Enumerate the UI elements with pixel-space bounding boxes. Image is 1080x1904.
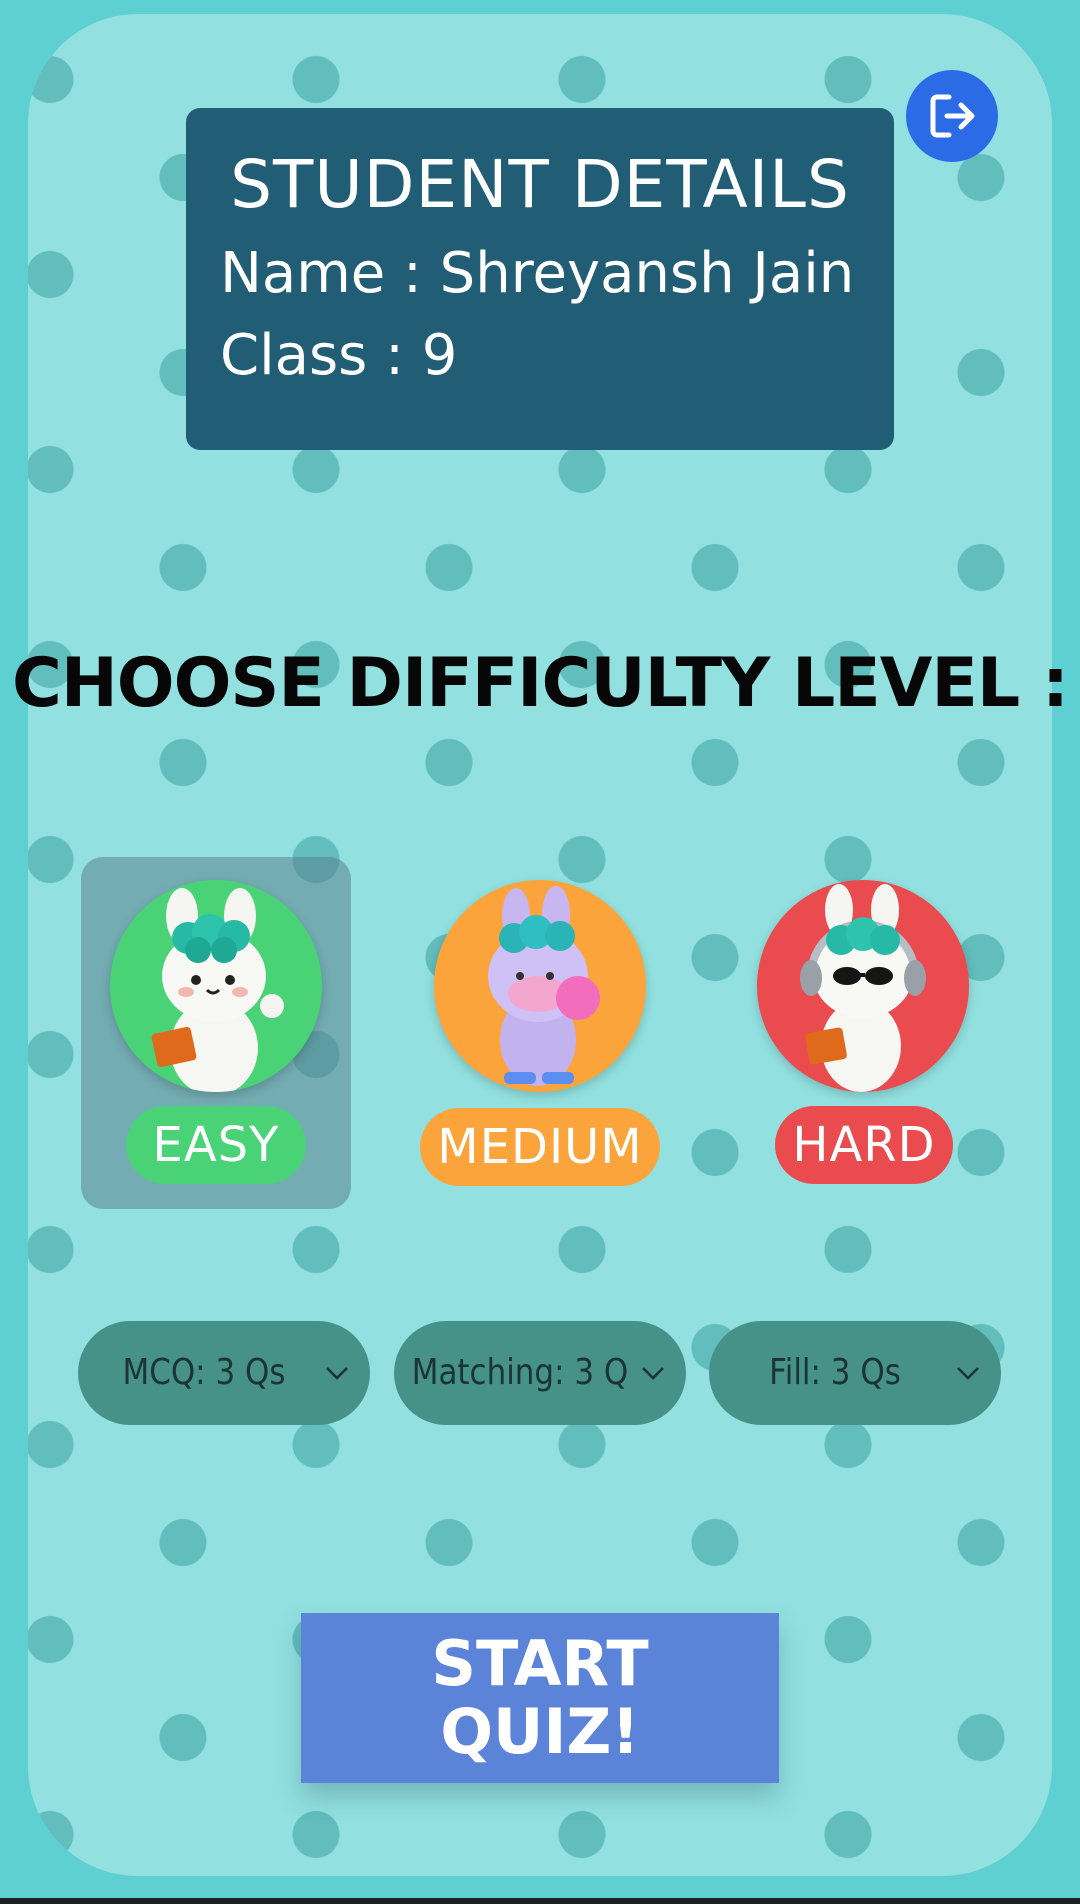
medium-button[interactable]: MEDIUM: [420, 1108, 660, 1186]
matching-count-select[interactable]: Matching: 3 Q: [394, 1321, 686, 1425]
difficulty-heading: CHOOSE DIFFICULTY LEVEL :: [11, 644, 1069, 723]
medium-level-avatar[interactable]: [434, 880, 646, 1092]
chevron-down-icon: [326, 1367, 348, 1380]
hard-level-avatar[interactable]: [757, 880, 969, 1092]
chevron-down-icon: [642, 1367, 664, 1380]
easy-button[interactable]: EASY: [126, 1106, 306, 1184]
chevron-down-icon: [957, 1367, 979, 1380]
logout-button[interactable]: [906, 70, 998, 162]
fill-count-value: Fill: 3 Qs: [769, 1352, 901, 1393]
student-details-title: STUDENT DETAILS: [230, 146, 850, 223]
mcq-count-value: MCQ: 3 Qs: [122, 1352, 286, 1393]
start-quiz-button[interactable]: START QUIZ!: [301, 1613, 779, 1783]
hard-button[interactable]: HARD: [775, 1106, 953, 1184]
student-class: Class : 9: [220, 323, 458, 388]
mcq-count-select[interactable]: MCQ: 3 Qs: [78, 1321, 370, 1425]
bottom-edge-bar: [0, 1898, 1080, 1904]
student-name: Name : Shreyansh Jain: [220, 241, 855, 306]
matching-count-value: Matching: 3 Q: [411, 1352, 629, 1393]
start-quiz-label-line1: START: [431, 1627, 649, 1700]
student-details-card: STUDENT DETAILS Name : Shreyansh Jain Cl…: [186, 108, 894, 450]
start-quiz-label-line2: QUIZ!: [440, 1695, 640, 1768]
logout-icon: [930, 94, 975, 138]
easy-level-avatar[interactable]: [110, 880, 322, 1092]
fill-count-select[interactable]: Fill: 3 Qs: [709, 1321, 1001, 1425]
